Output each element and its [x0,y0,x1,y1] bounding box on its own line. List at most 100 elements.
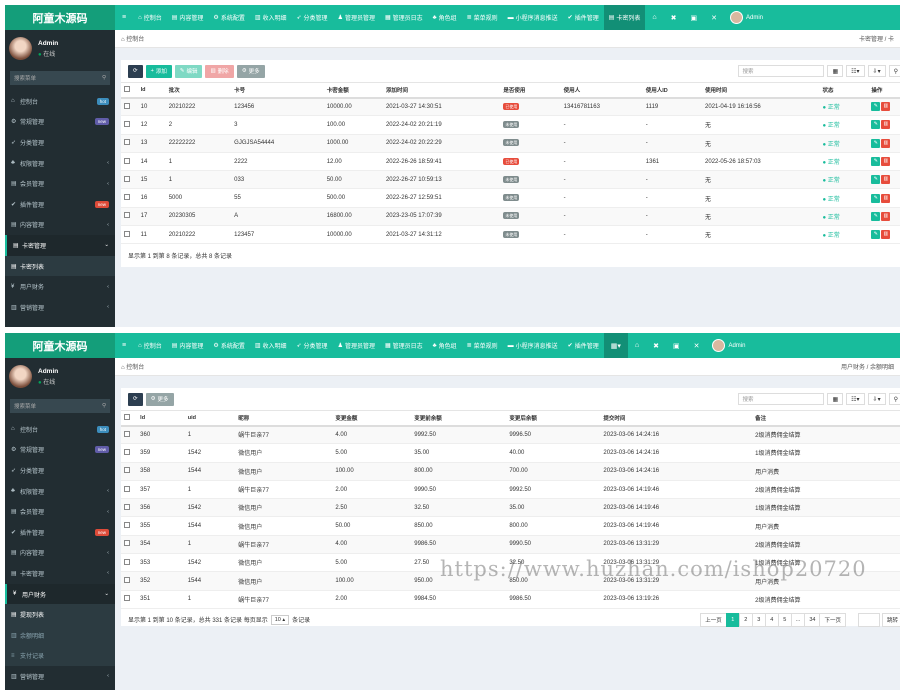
sidebar-item[interactable]: ▤ 会员管理 ‹ [5,173,115,194]
app-logo[interactable]: 阿童木源码 [5,5,115,30]
sidebar-item[interactable]: ➶ 分类管理 [5,132,115,153]
nav-tab-7[interactable]: ♣ 角色组 [428,5,462,30]
page-button[interactable]: 下一页 [819,612,846,627]
column-header[interactable]: Id [137,82,166,99]
row-checkbox[interactable] [121,590,138,609]
sidebar-item[interactable]: ⚙ 常规管理 new [5,440,115,461]
fullscreen-icon[interactable]: ✕ [704,5,724,30]
column-header[interactable]: 变更前余额 [411,410,507,427]
page-button[interactable]: 1 [725,612,740,627]
delete-row-button[interactable]: ▥ [881,102,891,112]
search-icon[interactable]: ⚲ [888,393,900,405]
row-checkbox[interactable] [121,170,138,190]
columns-dropdown-icon[interactable]: ☷▾ [846,65,865,77]
window-icon[interactable]: ▣ [666,333,687,358]
column-header[interactable]: 提交时间 [600,410,753,427]
refresh-button[interactable]: ⟳ [128,392,143,406]
nav-tab-4[interactable]: ➶ 分类管理 [292,5,333,30]
row-checkbox[interactable] [121,225,138,245]
row-checkbox[interactable] [121,188,138,208]
page-button[interactable]: 上一页 [700,612,727,627]
table-view-icon[interactable]: ▦ [827,393,844,405]
sidebar-item[interactable]: ≡ 支付记录 [5,645,115,667]
delete-row-button[interactable]: ▥ [881,211,891,221]
column-header[interactable]: 昵称 [235,410,333,427]
nav-tab-8[interactable]: ≣ 菜单规则 [462,5,503,30]
more-button[interactable]: ⚙ 更多 [236,64,265,78]
nav-tab-6[interactable]: ▦ 管理员日志 [380,5,428,30]
select-all-checkbox[interactable] [121,82,138,99]
edit-row-button[interactable]: ✎ [871,120,881,130]
row-checkbox[interactable] [121,535,138,555]
column-header[interactable]: uid [184,410,236,427]
jump-button[interactable]: 跳转 [881,612,900,627]
nav-tab-2[interactable]: ⚙ 系统配置 [208,5,249,30]
clear-icon[interactable]: ✖ [664,5,684,30]
nav-tab-2[interactable]: ⚙ 系统配置 [208,333,249,358]
nav-tab-5[interactable]: ♟ 管理员管理 [333,333,380,358]
nav-tab-1[interactable]: ▤ 内容管理 [167,333,209,358]
row-checkbox[interactable] [121,553,138,573]
column-header[interactable]: 操作 [868,82,900,99]
delete-row-button[interactable]: ▥ [881,138,891,148]
sidebar-item[interactable]: ⚙ 常规管理 new [5,112,115,133]
export-dropdown-icon[interactable]: ⇩▾ [867,393,886,405]
page-button[interactable]: 4 [764,612,779,627]
row-checkbox[interactable] [121,97,138,117]
edit-row-button[interactable]: ✎ [871,230,881,240]
sidebar-item[interactable]: ▤ 内容管理 ‹ [5,215,115,236]
sidebar-item[interactable]: ⌂ 控制台 hot [5,419,115,440]
column-header[interactable]: 使用人 [560,82,643,99]
sidebar-item[interactable]: ➶ 分类管理 [5,460,115,481]
nav-tab-3[interactable]: ▥ 收入明细 [250,333,292,358]
row-checkbox[interactable] [121,152,138,172]
fullscreen-icon[interactable]: ✕ [687,333,707,358]
sidebar-item[interactable]: ▤ 卡密列表 [5,255,115,277]
sidebar-item[interactable]: ▤ 卡密管理 ‹ [5,563,115,584]
jump-page-input[interactable] [857,612,880,627]
nav-tab-4[interactable]: ➶ 分类管理 [292,333,333,358]
nav-tab-11[interactable]: ▤ 卡密列表 [603,5,646,30]
page-size-select[interactable]: 10 ▴ [270,614,290,625]
delete-row-button[interactable]: ▥ [881,120,891,130]
page-button[interactable]: 3 [751,612,766,627]
column-header[interactable]: 备注 [752,410,900,427]
nav-tab-1[interactable]: ▤ 内容管理 [167,5,209,30]
nav-tab-10[interactable]: ✔ 插件管理 [563,5,604,30]
delete-row-button[interactable]: ▥ [881,193,891,203]
column-header[interactable]: Id [137,410,185,427]
sidebar-search-input[interactable]: 搜索菜单 ⚲ [10,71,110,85]
page-button[interactable]: 34 [804,612,821,627]
nav-tab-0[interactable]: ⌂ 控制台 [133,333,167,358]
refresh-button[interactable]: ⟳ [128,64,143,78]
menu-toggle-icon[interactable]: ≡ [115,5,133,30]
edit-row-button[interactable]: ✎ [871,138,881,148]
nav-tab-9[interactable]: ▬ 小程序消息推送 [503,333,563,358]
nav-tab-10[interactable]: ✔ 插件管理 [563,333,604,358]
column-header[interactable]: 批次 [165,82,232,99]
more-tabs-dropdown-icon[interactable]: ▦▾ [603,333,628,358]
nav-tab-6[interactable]: ▦ 管理员日志 [380,333,428,358]
table-view-icon[interactable]: ▦ [827,65,844,77]
nav-tab-7[interactable]: ♣ 角色组 [428,333,462,358]
delete-row-button[interactable]: ▥ [881,230,891,240]
sidebar-item[interactable]: ▤ 卡密管理 ⌄ [5,235,115,256]
home-icon[interactable]: ⌂ [628,333,646,358]
row-checkbox[interactable] [121,115,138,135]
sidebar-item[interactable]: ▥ 营销管理 ‹ [5,666,115,687]
page-button[interactable]: 5 [777,612,792,627]
export-dropdown-icon[interactable]: ⇩▾ [867,65,886,77]
user-menu[interactable]: Admin [706,339,751,352]
delete-button[interactable]: ▥ 删除 [205,64,234,78]
breadcrumb-home[interactable]: ⌂ 控制台 [121,34,144,43]
window-icon[interactable]: ▣ [684,5,705,30]
row-checkbox[interactable] [121,462,138,481]
sidebar-item[interactable]: ¥ 用户财务 ⌄ [5,583,115,605]
add-button[interactable]: + 添加 [145,64,172,78]
edit-row-button[interactable]: ✎ [871,102,881,112]
nav-tab-3[interactable]: ▥ 收入明细 [250,5,292,30]
page-button[interactable]: ... [790,612,806,627]
select-all-checkbox[interactable] [121,410,138,427]
row-checkbox[interactable] [121,480,138,500]
column-header[interactable]: 变更后余额 [506,410,601,427]
